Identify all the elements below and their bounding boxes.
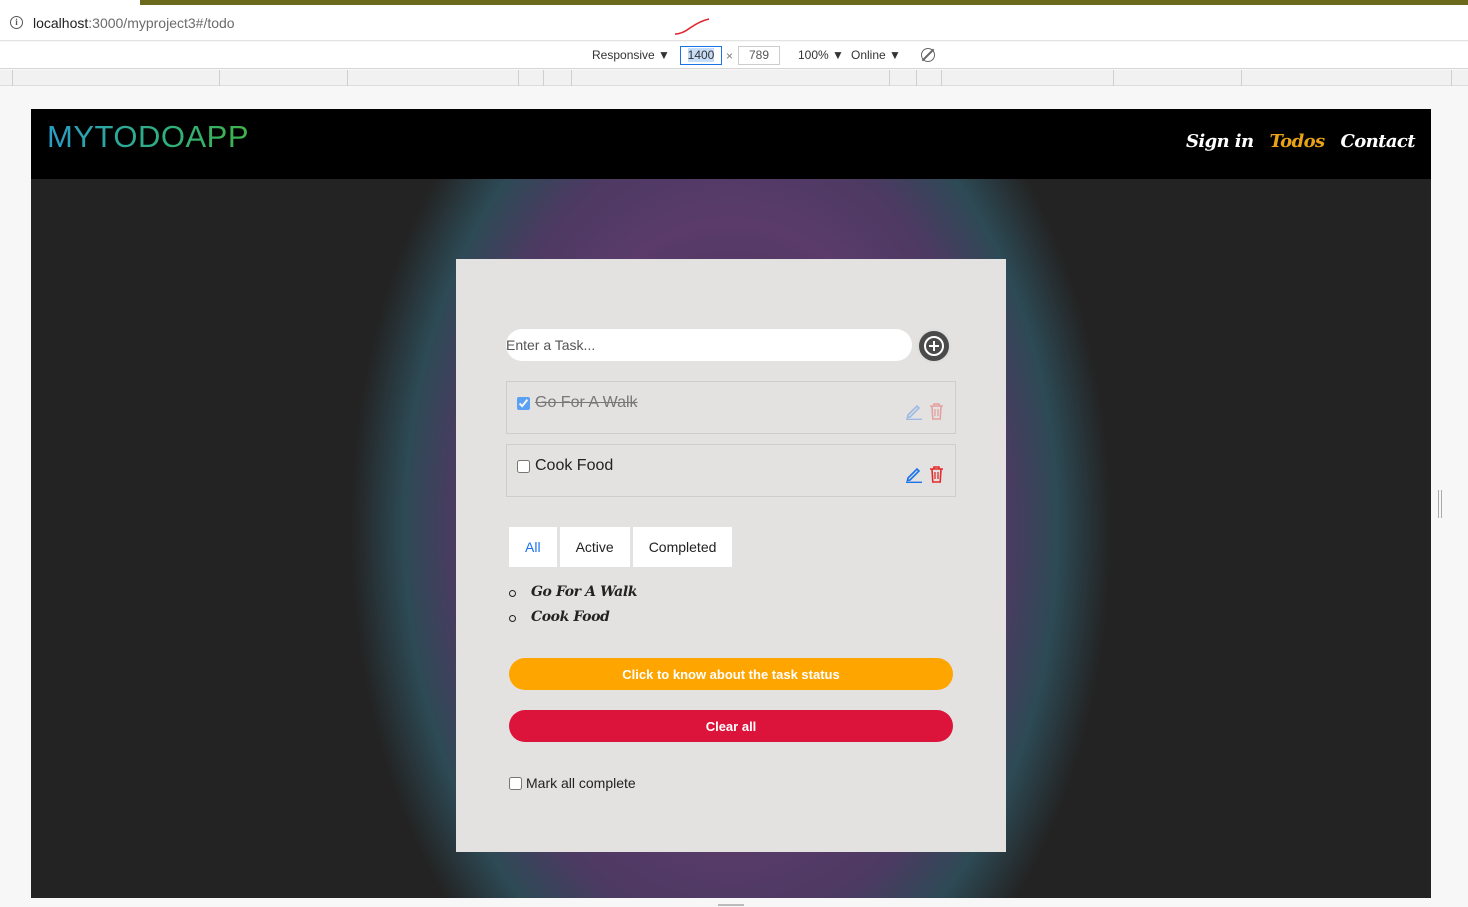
viewport-edge [1431,109,1468,898]
trash-icon[interactable] [929,465,944,483]
rotate-icon[interactable] [921,48,935,62]
device-width-input[interactable]: 1400 [680,46,722,65]
mark-all-checkbox[interactable] [509,777,522,790]
todo-item: Cook Food [506,444,956,497]
pencil-icon[interactable] [905,402,923,420]
tab-active[interactable]: Active [559,527,630,567]
todo-label: Go For A Walk [535,394,638,411]
list-item: Go For A Walk [509,584,637,609]
nav-sign-in[interactable]: Sign in [1186,131,1254,152]
device-mode-select[interactable]: Responsive ▼ [592,48,670,62]
filter-tabs: All Active Completed [509,527,733,567]
nav-todos[interactable]: Todos [1269,131,1325,152]
mark-all-label: Mark all complete [526,775,636,791]
zoom-select[interactable]: 100% ▼ [798,48,844,62]
navbar: MYTODOAPP Sign in Todos Contact [31,109,1431,179]
add-task-button[interactable] [917,329,951,363]
nav-contact[interactable]: Contact [1341,131,1416,152]
url-host: localhost [33,15,89,31]
device-height-input[interactable]: 789 [738,46,780,65]
plus-circle-icon [924,336,944,356]
mark-all-complete[interactable]: Mark all complete [509,775,636,791]
nav-links: Sign in Todos Contact [1186,131,1416,152]
brand-logo[interactable]: MYTODOAPP [47,119,249,155]
device-toolbar: Responsive ▼ 1400 × 789 100% ▼ Online ▼ [0,42,1468,69]
todo-card: Go For A Walk Cook Food All [456,259,1006,852]
tab-completed[interactable]: Completed [632,527,733,567]
network-throttle-select[interactable]: Online ▼ [851,48,901,62]
task-input[interactable] [506,329,912,361]
task-list: Go For A Walk Cook Food [509,584,637,634]
todo-label: Cook Food [535,457,614,474]
todo-item: Go For A Walk [506,381,956,434]
address-bar[interactable]: i localhost:3000/myproject3#/todo [0,5,1468,41]
media-query-ruler[interactable] [0,70,1468,86]
info-icon[interactable]: i [10,16,23,29]
bottom-resize-handle[interactable] [718,904,744,906]
pencil-icon[interactable] [905,465,923,483]
device-width-value: 1400 [687,48,715,62]
resize-handle[interactable] [1438,490,1442,518]
clear-all-button[interactable]: Clear all [509,710,953,742]
task-status-button[interactable]: Click to know about the task status [509,658,953,690]
add-task-row [506,329,956,363]
url-text[interactable]: localhost:3000/myproject3#/todo [33,15,235,31]
annotation-mark [674,18,710,35]
todo-checkbox[interactable] [517,397,530,410]
dimension-separator: × [726,49,734,63]
url-path: :3000/myproject3#/todo [88,15,235,31]
tab-all[interactable]: All [509,527,557,567]
todo-checkbox[interactable] [517,460,530,473]
list-item: Cook Food [509,609,637,634]
trash-icon[interactable] [929,402,944,420]
app-viewport: MYTODOAPP Sign in Todos Contact Go For A… [31,109,1431,898]
